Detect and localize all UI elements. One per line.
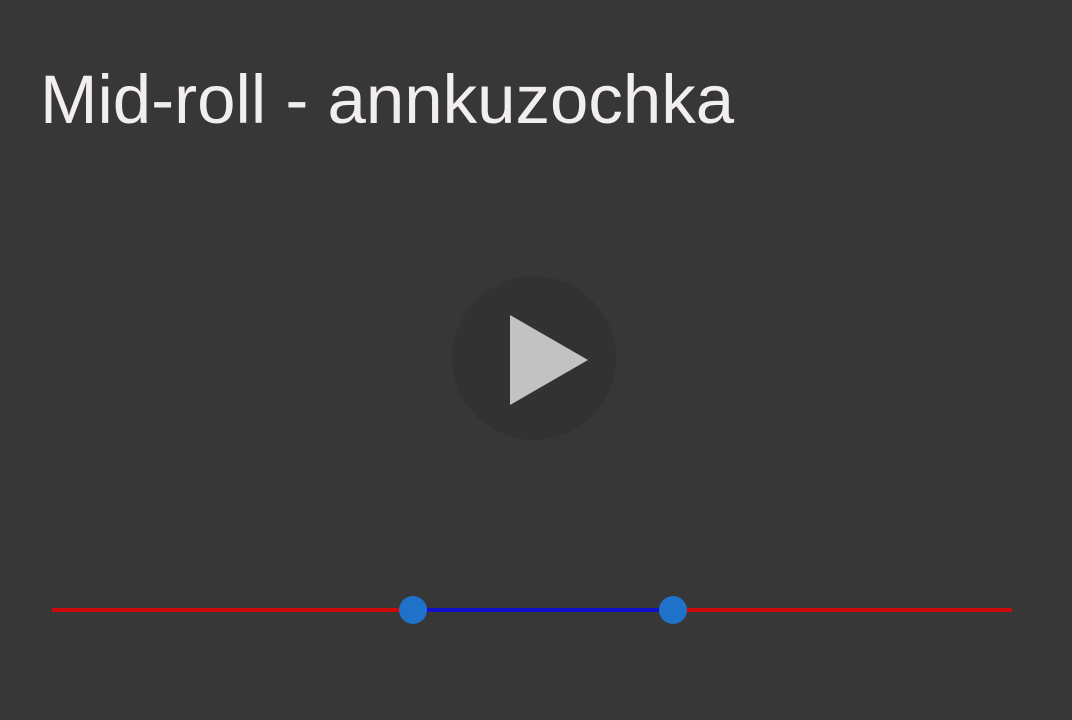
mid-roll-range-slider[interactable]	[52, 594, 1012, 626]
track-after-range	[673, 608, 1012, 612]
track-before-range	[52, 608, 413, 612]
video-title: Mid-roll - annkuzochka	[40, 61, 735, 138]
video-player: Mid-roll - annkuzochka	[0, 0, 1072, 720]
play-button[interactable]	[452, 276, 616, 440]
track-selected-range	[412, 608, 674, 612]
range-end-handle[interactable]	[659, 596, 688, 624]
range-start-handle[interactable]	[398, 596, 427, 624]
play-icon	[510, 315, 588, 405]
